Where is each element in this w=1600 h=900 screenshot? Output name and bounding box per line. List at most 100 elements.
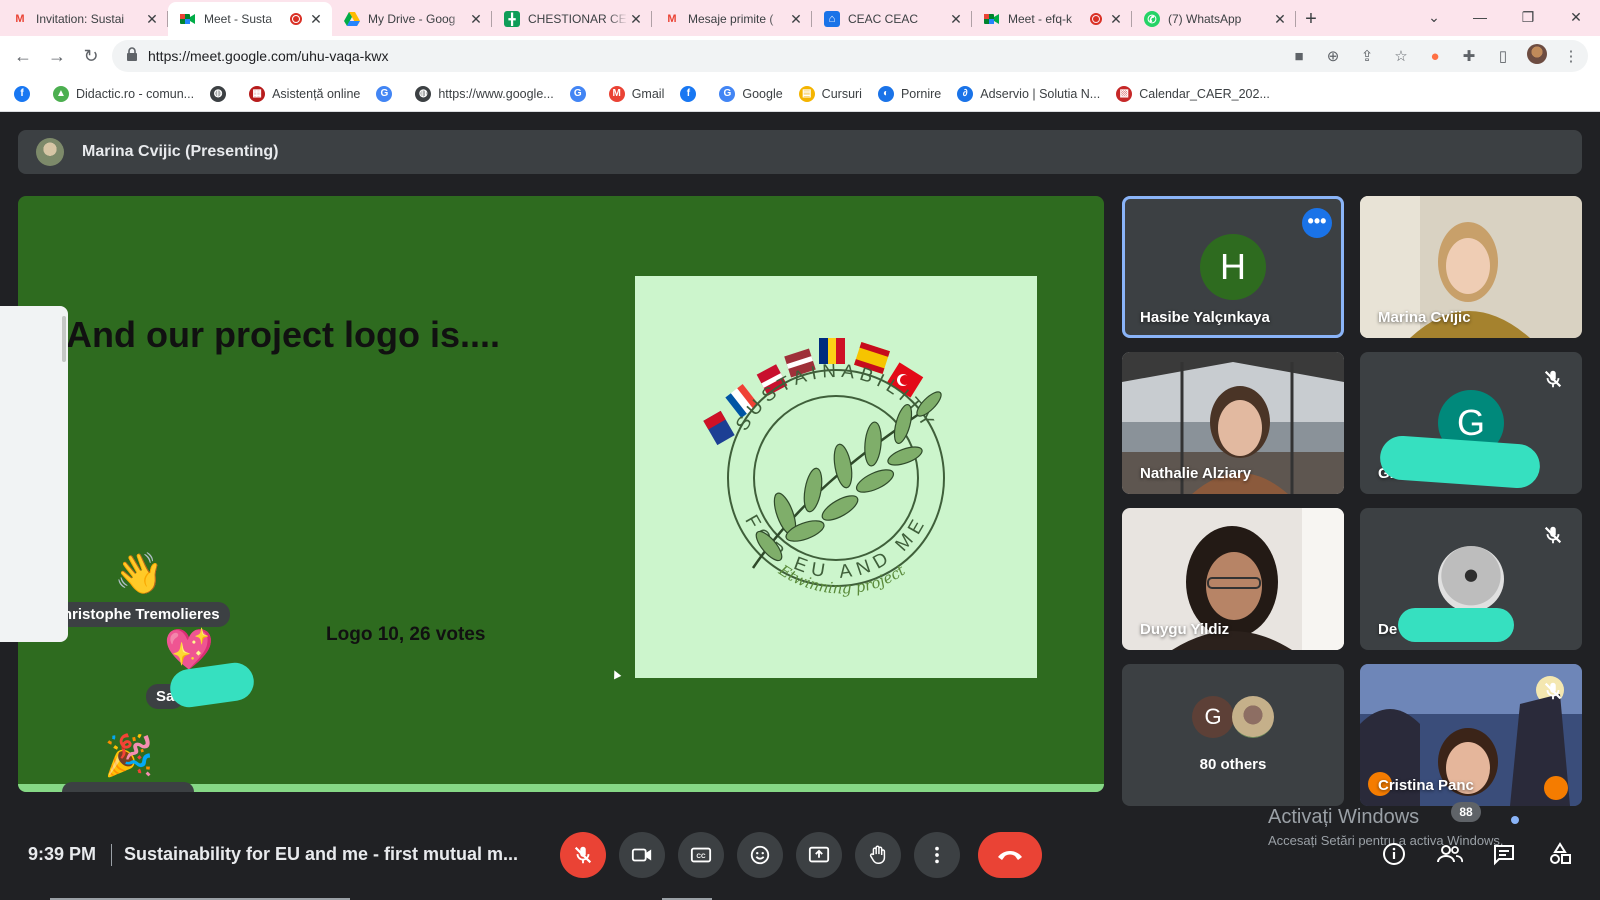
participant-name: Hasibe Yalçınkaya [1140,309,1270,326]
address-bar[interactable]: https://meet.google.com/uhu-vaqa-kwx ■ ⊕… [112,40,1588,72]
bookmark-item[interactable]: ◐ Pornire [877,85,941,102]
tab-search-chevron-icon[interactable]: ⌄ [1410,0,1458,34]
facebook-icon: f [680,85,697,102]
mic-toggle-button[interactable] [560,832,606,878]
close-icon[interactable]: ✕ [948,11,964,27]
tab-whatsapp[interactable]: ✆ (7) WhatsApp ✕ [1132,2,1296,36]
tab-mesaje-primite[interactable]: M Mesaje primite ( ✕ [652,2,812,36]
captions-button[interactable]: CC [678,832,724,878]
participant-name: Cristina Panc [1378,777,1474,794]
close-icon[interactable]: ✕ [628,11,644,27]
presenter-label: Marina Cvijic (Presenting) [82,143,279,160]
presenter-banner: Marina Cvijic (Presenting) [18,130,1582,174]
forward-button[interactable]: → [40,39,74,73]
tab-invitation[interactable]: M Invitation: Sustai ✕ [0,2,168,36]
tab-title: Meet - efq-k [1008,12,1073,26]
mic-off-icon [1544,682,1562,700]
browser-toolbar: ← → ↻ https://meet.google.com/uhu-vaqa-k… [0,36,1600,76]
participant-tile[interactable]: Nathalie Alziary [1122,352,1344,494]
chat-button[interactable] [1484,834,1524,874]
menu-kebab-icon[interactable]: ⋮ [1554,47,1588,65]
extension-orange-icon[interactable]: ● [1418,48,1452,65]
profile-avatar[interactable] [1520,44,1554,68]
tab-title: Meet - Susta [204,12,273,26]
close-icon[interactable]: ✕ [1272,11,1288,27]
minimize-button[interactable]: — [1456,0,1504,34]
close-icon[interactable]: ✕ [1108,11,1124,27]
participant-tile[interactable]: Duygu Yildiz [1122,508,1344,650]
bookmark-item[interactable]: ◍ https://www.google... [415,85,554,102]
bookmark-item[interactable]: f [680,85,703,102]
close-icon[interactable]: ✕ [468,11,484,27]
bookmark-item[interactable]: f [14,85,37,102]
tab-my-drive[interactable]: My Drive - Goog ✕ [332,2,492,36]
participant-tile[interactable]: De [1360,508,1582,650]
bookmark-item[interactable]: ▧ Calendar_CAER_202... [1116,85,1270,102]
activities-button[interactable] [1540,834,1580,874]
tab-title: My Drive - Goog [368,12,456,26]
bookmark-item[interactable]: ▦ Asistență online [249,85,360,102]
sheets-icon: ╋ [504,11,520,27]
meet-icon [984,11,1000,27]
gmail-icon: M [15,13,25,25]
bookmark-label: https://www.google... [438,86,554,101]
side-panel[interactable] [0,306,68,642]
party-popper-icon: 🎉 [104,734,154,778]
bookmark-item[interactable]: G [569,85,593,102]
bookmark-item[interactable]: ◍ [210,85,233,102]
people-button[interactable] [1430,834,1470,874]
pornire-icon: ◐ [877,85,894,102]
redaction-mark [1398,608,1514,642]
back-button[interactable]: ← [6,39,40,73]
reactions-button[interactable] [737,832,783,878]
gmail-icon: M [667,13,677,25]
reload-button[interactable]: ↻ [74,39,108,73]
more-options-button[interactable] [914,832,960,878]
participant-tile-others[interactable]: G 80 others [1122,664,1344,806]
redaction-mark [1378,434,1542,490]
recording-icon [290,13,302,25]
new-tab-button[interactable]: + [1296,2,1326,36]
close-icon[interactable]: ✕ [308,11,324,27]
mic-off-icon [574,846,592,864]
restore-button[interactable]: ❐ [1504,0,1552,34]
bookmark-item[interactable]: M Gmail [608,85,664,102]
google-icon: G [569,85,586,102]
participant-tile[interactable]: H ••• Hasibe Yalçınkaya [1122,196,1344,338]
bookmark-item[interactable]: ∂ Adservio | Solutia N... [957,85,1100,102]
tab-meet-sustainability[interactable]: Meet - Susta ✕ [168,2,332,36]
participant-tile[interactable]: Cristina Panc [1360,664,1582,806]
camera-toggle-button[interactable] [619,832,665,878]
extensions-puzzle-icon[interactable]: ✚ [1452,47,1486,65]
side-panel-icon[interactable]: ▯ [1486,47,1520,65]
more-options-icon[interactable]: ••• [1302,208,1332,238]
reaction-name-chip: Christophe Tremolieres [42,602,230,627]
bookmark-item[interactable]: G Google [719,85,783,102]
participant-tile[interactable]: Marina Cvijic [1360,196,1582,338]
close-icon[interactable]: ✕ [144,11,160,27]
bookmark-item[interactable]: ▲ Didactic.ro - comun... [53,85,194,102]
participant-name: Marina Cvijic [1378,309,1471,326]
participant-tile[interactable]: G Gia [1360,352,1582,494]
presenter-avatar [36,138,64,166]
chat-icon [1494,845,1514,866]
present-screen-button[interactable] [796,832,842,878]
tab-ceac[interactable]: ⌂ CEAC CEAC ✕ [812,2,972,36]
bookmark-star-icon[interactable]: ☆ [1384,47,1418,65]
bookmark-item[interactable]: G [376,85,399,102]
camera-icon[interactable]: ■ [1282,48,1316,65]
close-icon[interactable]: ✕ [788,11,804,27]
bookmark-item[interactable]: ▤ Cursuri [798,85,862,102]
zoom-icon[interactable]: ⊕ [1316,47,1350,65]
raise-hand-button[interactable] [855,832,901,878]
close-window-button[interactable]: ✕ [1552,0,1600,34]
sparkling-heart-icon: 💖 [164,628,214,672]
reaction-name-chip [62,782,194,792]
share-icon[interactable]: ⇪ [1350,47,1384,65]
tab-chestionar[interactable]: ╋ CHESTIONAR CE ✕ [492,2,652,36]
globe-icon: ◍ [210,85,227,102]
leave-call-button[interactable] [978,832,1042,878]
mic-off-icon [1544,526,1562,544]
tab-meet-efq[interactable]: Meet - efq-k ✕ [972,2,1132,36]
meeting-details-button[interactable] [1374,834,1414,874]
